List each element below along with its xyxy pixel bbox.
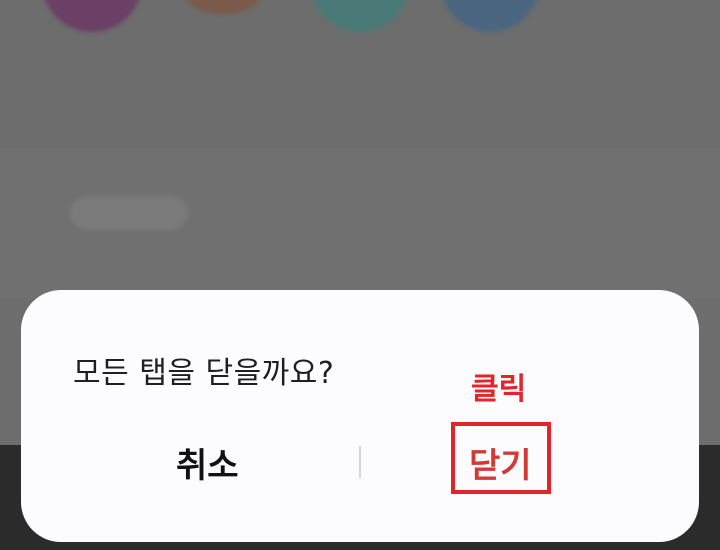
background-app-icon [310, 0, 410, 32]
dialog-title: 모든 탭을 닫을까요? [73, 356, 335, 391]
background-section-label [70, 196, 188, 230]
background-app-icon [440, 0, 540, 32]
close-all-tabs-dialog: 모든 탭을 닫을까요? 클릭 취소 닫기 [21, 290, 699, 542]
background-app-icon [42, 0, 142, 32]
cancel-button[interactable]: 취소 [176, 438, 239, 487]
button-divider [359, 446, 361, 478]
screen: 모든 탭을 닫을까요? 클릭 취소 닫기 [0, 0, 720, 550]
close-button[interactable]: 닫기 [469, 438, 532, 487]
background-app-icon [178, 0, 268, 14]
click-annotation-label: 클릭 [471, 372, 527, 407]
